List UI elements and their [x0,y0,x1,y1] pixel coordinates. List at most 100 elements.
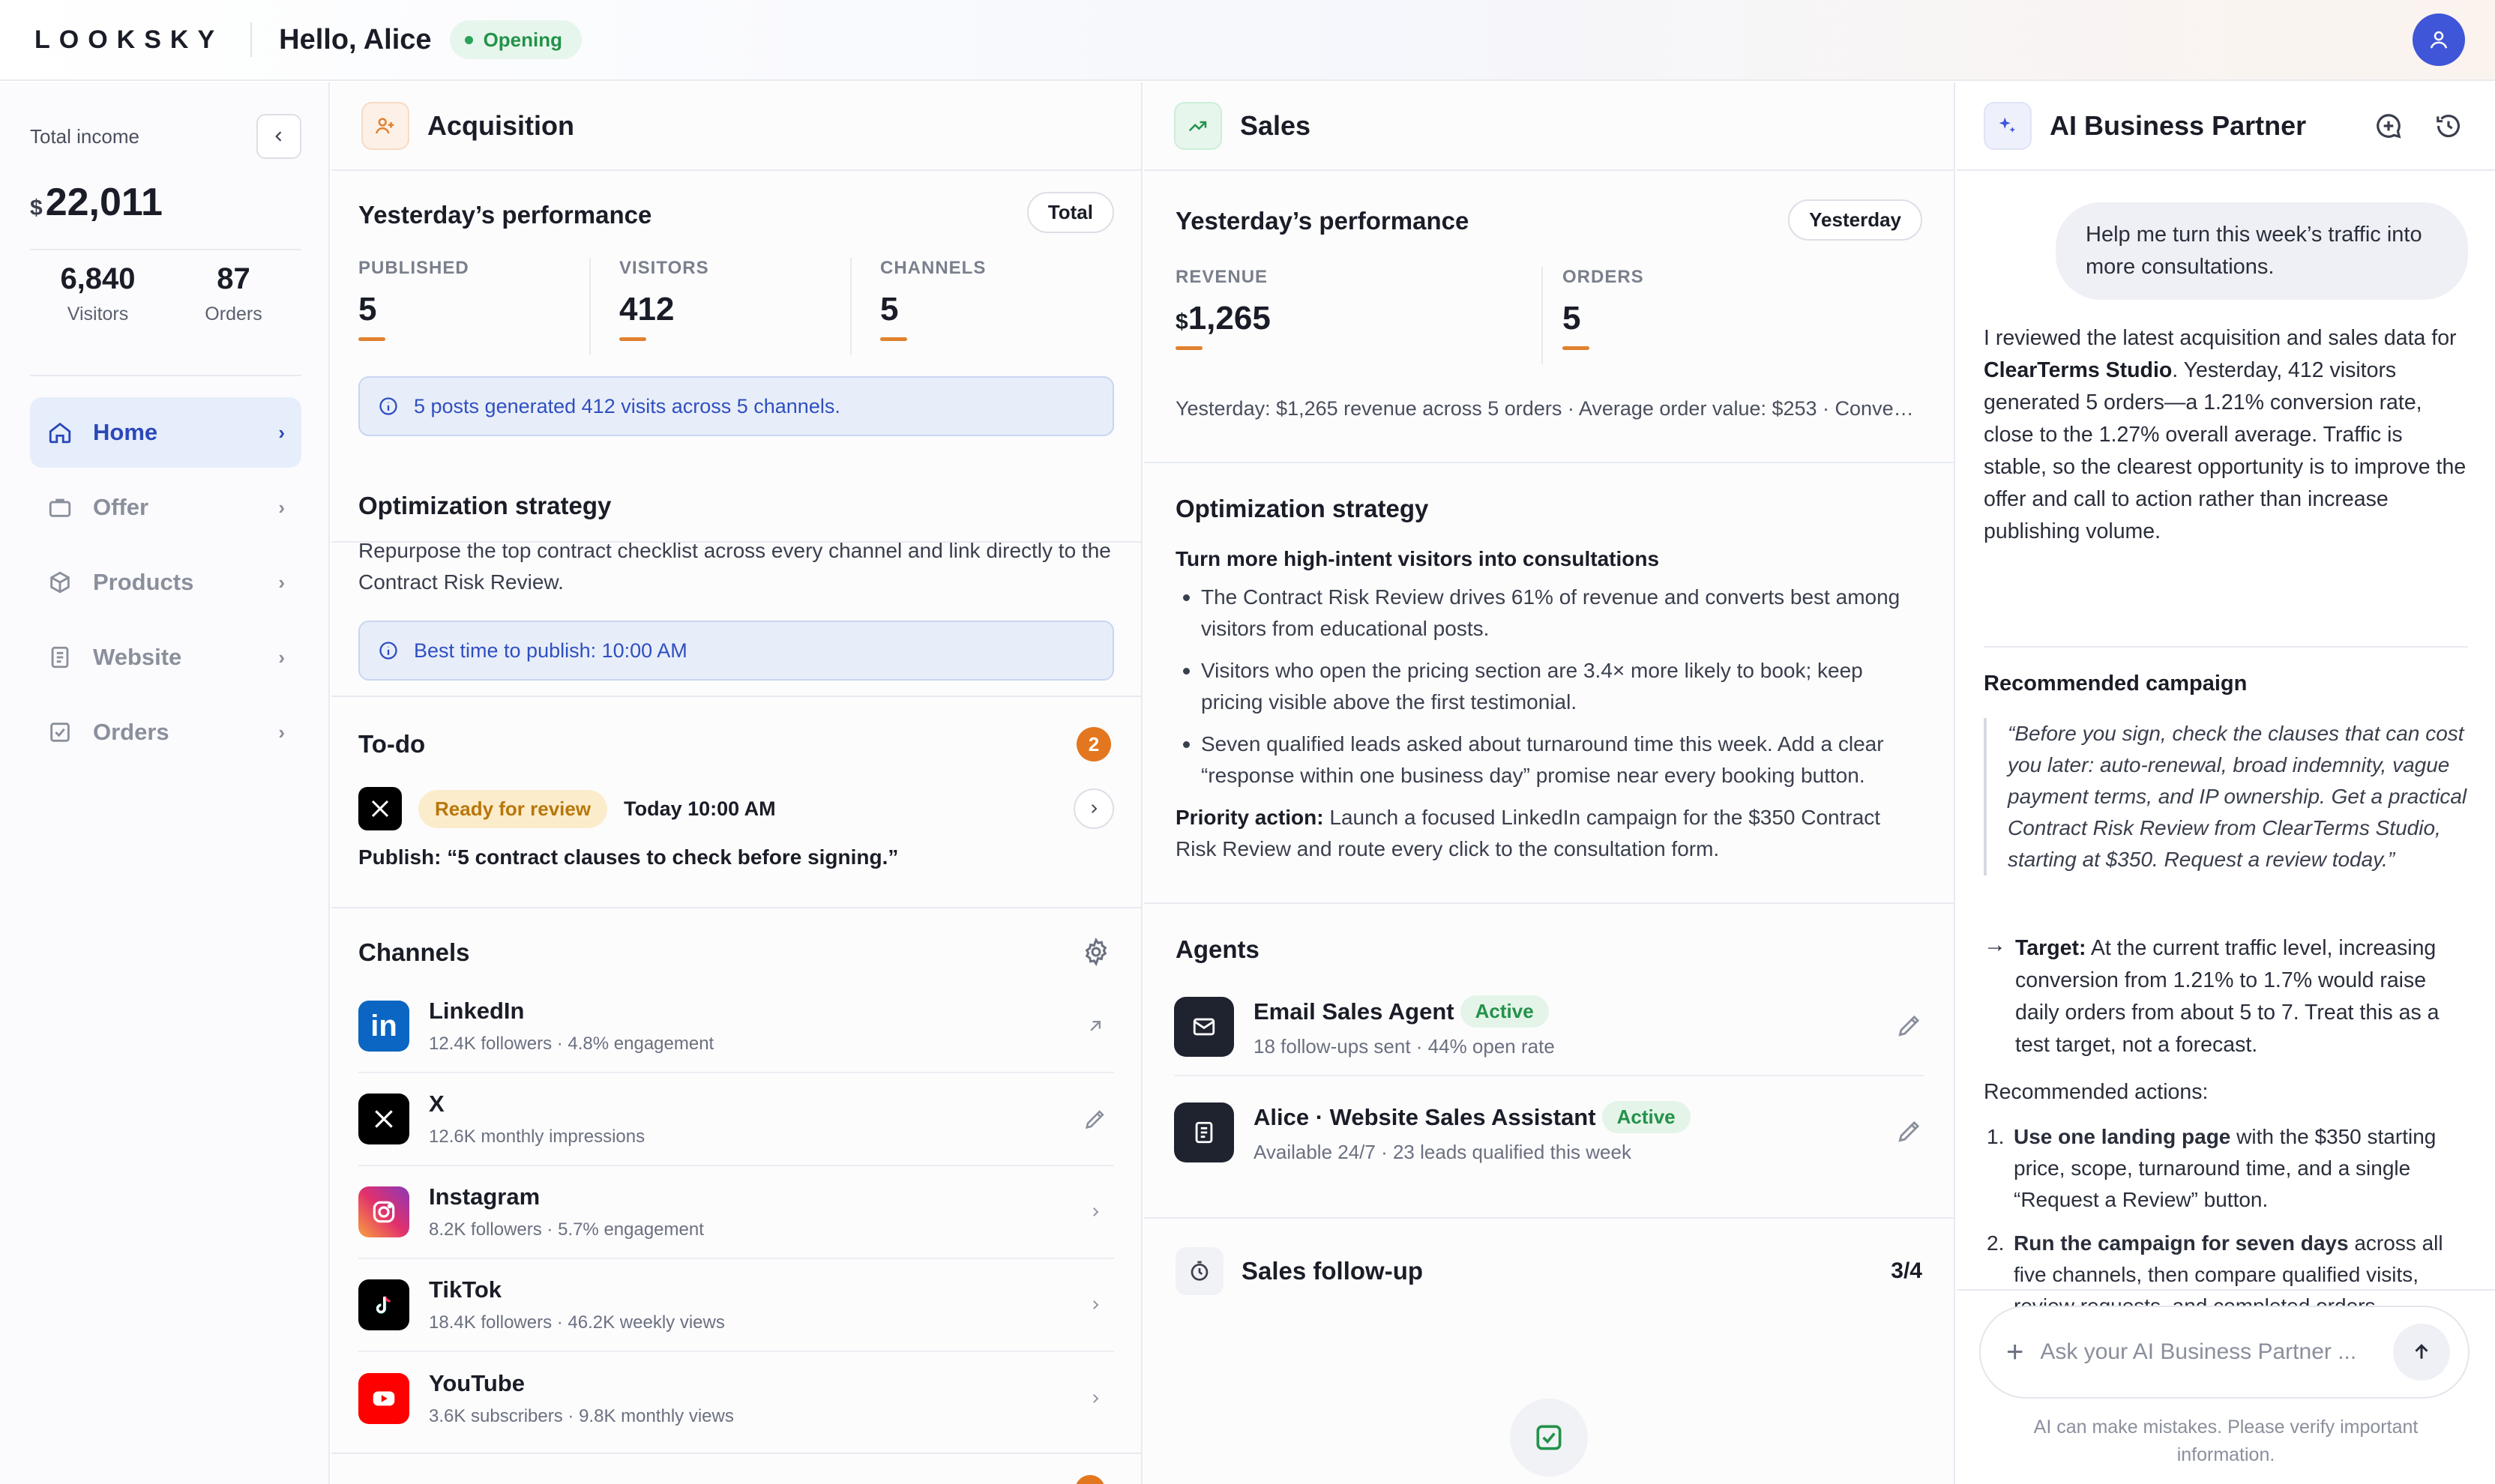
chevron-right-icon[interactable] [1077,1205,1114,1219]
chat-composer: + [1979,1306,2470,1399]
chevron-right-icon: › [278,420,285,444]
channel-stats: 8.2K followers · 5.7% engagement [429,1219,704,1240]
metric-accent [880,337,907,341]
sales-followup-header[interactable]: Sales follow-up 3/4 [1176,1241,1922,1301]
sidebar-item-home[interactable]: Home › [30,397,301,468]
chevron-right-icon: › [278,495,285,519]
new-chat-icon [2377,114,2401,139]
header-divider [250,22,253,57]
sidebar-divider [30,375,301,376]
sidebar-item-label: Products [93,569,194,595]
metric-value: 412 [619,291,675,328]
total-filter-button[interactable]: Total [1026,192,1114,233]
collapse-sidebar-button[interactable] [256,114,301,159]
checkbox-icon [46,719,73,746]
visitors-metric: VISITORS 412 [619,258,852,355]
pencil-icon [1898,1120,1920,1142]
timer-icon [1176,1247,1224,1295]
send-button[interactable] [2393,1324,2450,1381]
followup-check-icon [1510,1399,1588,1477]
acquisition-panel: Acquisition Yesterday’s performance Tota… [331,82,1143,1484]
metric-label: ORDERS [1562,267,1644,287]
info-text: Best time to publish: 10:00 AM [414,639,687,662]
campaign-quote: “Before you sign, check the clauses that… [1984,718,2468,875]
sidebar-item-label: Website [93,644,182,670]
instagram-icon [358,1186,409,1237]
metric-value: 5 [358,291,377,328]
acquisition-title: Acquisition [427,110,574,141]
todo-item[interactable]: Ready for review Today 10:00 AM [358,782,1114,835]
metric-label: REVENUE [1176,267,1268,287]
channel-row-instagram[interactable]: Instagram 8.2K followers · 5.7% engageme… [358,1166,1114,1259]
new-chat-button[interactable] [2372,109,2405,142]
list-item: Visitors who open the pricing section ar… [1176,655,1924,718]
ai-disclaimer: AI can make mistakes. Please verify impo… [2033,1417,2419,1465]
sidebar-item-website[interactable]: Website › [30,622,301,693]
agent-info: Email Sales Agent Active 18 follow-ups s… [1253,995,1895,1058]
chevron-right-icon[interactable] [1077,1298,1114,1312]
todo-count-badge: 2 [1077,727,1111,761]
target-text: Target: At the current traffic level, in… [2015,932,2468,1061]
chevron-right-icon[interactable] [1077,1392,1114,1405]
sidebar-item-orders[interactable]: Orders › [30,697,301,767]
sales-performance: Yesterday’s performance Yesterday REVENU… [1144,172,1954,463]
published-metric: PUBLISHED 5 [358,258,591,355]
arrow-up-icon [2415,1344,2428,1359]
visitors-value: 6,840 [60,262,136,295]
pencil-icon[interactable] [1077,1106,1114,1132]
app-logo[interactable]: LOOKSKY [34,25,223,55]
agent-name: Alice · Website Sales Assistant [1253,1103,1596,1130]
acquisition-header: Acquisition [331,82,1141,171]
channel-settings-button[interactable] [1081,937,1111,971]
external-link-icon[interactable] [1077,1016,1114,1037]
visitors-label: Visitors [67,304,129,325]
section-title: Channels [358,938,470,966]
sidebar-item-offer[interactable]: Offer › [30,472,301,543]
revenue-currency: $ [1176,310,1188,334]
sidebar-nav: Home › Offer › Products › Website › Orde… [30,397,301,772]
gear-icon [1085,937,1107,967]
agent-stats: 18 follow-ups sent · 44% open rate [1253,1035,1555,1058]
chevron-right-icon: › [278,645,285,669]
publish-time-info: Best time to publish: 10:00 AM [358,621,1114,681]
user-avatar[interactable] [2413,13,2465,66]
priority-label: Priority action: [1176,806,1324,829]
sidebar-item-label: Home [93,419,158,445]
metric-label: CHANNELS [880,258,987,278]
info-text: 5 posts generated 412 visits across 5 ch… [414,394,840,417]
channel-row-youtube[interactable]: YouTube 3.6K subscribers · 9.8K monthly … [358,1352,1114,1445]
ai-header: AI Business Partner [1957,82,2495,171]
channel-row-linkedin[interactable]: in LinkedIn 12.4K followers · 4.8% engag… [358,980,1114,1073]
chat-input[interactable] [2040,1339,2393,1365]
reply-divider [1984,646,2468,648]
ai-reply-intro: I reviewed the latest acquisition and sa… [1984,322,2468,548]
add-attachment-button[interactable]: + [2006,1337,2023,1367]
yesterday-filter-button[interactable]: Yesterday [1788,199,1922,241]
section-title: Agents [1176,935,1259,963]
user-icon [2430,31,2448,49]
arrow-right-icon: → [1984,932,2006,957]
chevron-right-icon: › [278,720,285,743]
channel-stats: 3.6K subscribers · 9.8K monthly views [429,1406,734,1426]
agent-row-website[interactable]: Alice · Website Sales Assistant Active A… [1174,1084,1924,1181]
edit-agent-button[interactable] [1895,1011,1924,1043]
channel-stats: 18.4K followers · 46.2K weekly views [429,1312,725,1333]
sales-panel: Sales Yesterday’s performance Yesterday … [1144,82,1955,1484]
section-title: Optimization strategy [1176,495,1429,522]
channels-section: Channels in LinkedIn 12.4K followers · 4… [331,908,1141,1454]
agent-title-row: Email Sales Agent Active [1253,995,1895,1028]
history-button[interactable] [2432,109,2465,142]
channel-row-x[interactable]: X 12.6K monthly impressions [358,1073,1114,1166]
sidebar-item-products[interactable]: Products › [30,547,301,618]
agent-row-email[interactable]: Email Sales Agent Active 18 follow-ups s… [1174,979,1924,1076]
linkedin-icon: in [358,1001,409,1052]
action-bold: Run the campaign for seven days [2014,1231,2349,1255]
document-icon [46,644,73,671]
edit-agent-button[interactable] [1895,1117,1924,1149]
status-badge: Opening [449,20,582,59]
orders-metric: ORDERS 5 [1562,267,1922,364]
income-value: 22,011 [45,181,163,224]
metric-accent [619,337,646,341]
open-todo-button[interactable] [1074,788,1114,829]
channel-row-tiktok[interactable]: TikTok 18.4K followers · 46.2K weekly vi… [358,1259,1114,1352]
